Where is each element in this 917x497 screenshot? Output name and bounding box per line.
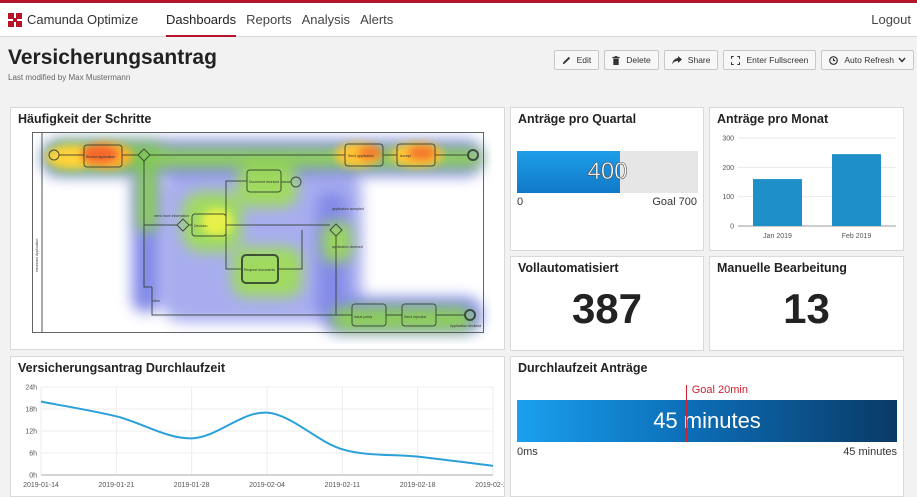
quartal-progress-bar: 400 <box>517 151 698 193</box>
delete-label: Delete <box>626 55 651 65</box>
heat-label-need-more: need more information <box>154 214 189 218</box>
manuell-tile[interactable]: Manuelle Bearbeitung 13 <box>709 256 904 351</box>
manuell-value: 13 <box>783 285 830 332</box>
heat-label-docs: Request documents <box>244 268 275 272</box>
y-tick-label: 100 <box>722 194 734 201</box>
fullscreen-icon <box>731 55 741 65</box>
x-tick-label: 2019-01-21 <box>98 482 134 489</box>
auto-refresh-dropdown[interactable]: Auto Refresh <box>821 50 914 70</box>
bpmn-heatmap: Review application Send application Acce… <box>32 132 484 333</box>
monat-title: Anträge pro Monat <box>717 112 829 126</box>
auto-refresh-label: Auto Refresh <box>844 55 894 65</box>
y-tick-label: 0h <box>29 473 37 480</box>
duration-min: 0ms <box>517 446 538 458</box>
x-tick-label: 2019-02-18 <box>400 482 436 489</box>
trash-icon <box>612 55 620 65</box>
delete-button[interactable]: Delete <box>604 50 659 70</box>
edit-label: Edit <box>576 55 592 65</box>
brand[interactable]: Camunda Optimize <box>8 12 138 27</box>
duration-bar: 45 minutes <box>517 400 897 442</box>
heat-label-ack: Document received <box>249 180 279 184</box>
pencil-icon <box>562 56 570 64</box>
x-tick-label: 2019-01-28 <box>174 482 210 489</box>
x-tick-label: 2019-02-04 <box>249 482 285 489</box>
heat-label-decline: Send rejection <box>404 315 426 319</box>
manuell-title: Manuelle Bearbeitung <box>717 261 847 275</box>
quartal-tile[interactable]: Anträge pro Quartal 400 0 Goal 700 <box>510 107 704 251</box>
y-tick-label: 200 <box>722 165 734 172</box>
durchlauf-tile[interactable]: Durchlaufzeit Anträge 45 minutes Goal 20… <box>510 356 904 497</box>
x-tick-label: 2019-01-14 <box>23 482 59 489</box>
fullscreen-label: Enter Fullscreen <box>746 55 809 65</box>
nav-alerts[interactable]: Alerts <box>360 3 393 37</box>
heat-label-other: other <box>152 299 161 303</box>
y-tick-label: 0 <box>730 224 734 231</box>
auto-value: 387 <box>571 285 643 332</box>
x-tick-label: 2019-02-25 <box>475 482 504 489</box>
durchlauf-chart-tile[interactable]: Versicherungsantrag Durchlaufzeit 0h 6h 12… <box>10 356 505 497</box>
heat-label-send: Send application <box>348 154 374 158</box>
duration-max: 45 minutes <box>843 446 897 458</box>
fullscreen-button[interactable]: Enter Fullscreen <box>723 50 817 70</box>
chevron-down-icon <box>898 57 906 63</box>
camunda-logo-icon <box>8 12 22 27</box>
auto-tile[interactable]: Vollautomatisiert 387 <box>510 256 704 351</box>
x-tick-label: Jan 2019 <box>763 233 792 240</box>
quartal-value: 400 <box>587 158 628 186</box>
auto-title: Vollautomatisiert <box>518 261 619 275</box>
y-tick-label: 24h <box>25 385 37 392</box>
share-icon <box>671 55 682 64</box>
nav-analysis[interactable]: Analysis <box>302 3 350 37</box>
y-tick-label: 18h <box>25 407 37 414</box>
share-button[interactable]: Share <box>663 50 719 70</box>
top-navigation: Camunda Optimize Dashboards Reports Anal… <box>0 3 917 37</box>
heat-label-accept: Accept <box>400 154 411 158</box>
heatmap-title: Häufigkeit der Schritte <box>18 112 152 126</box>
quartal-title: Anträge pro Quartal <box>518 112 637 126</box>
heat-label-done: Application declined <box>450 324 481 328</box>
y-tick-label: 6h <box>29 451 37 458</box>
duration-goal-label: Goal 20min <box>691 384 748 396</box>
heat-label-decision: Decision <box>194 224 207 228</box>
brand-name: Camunda Optimize <box>27 12 139 27</box>
durchlauf-title: Durchlaufzeit Anträge <box>518 361 648 375</box>
y-tick-label: 12h <box>25 429 37 436</box>
heatmap-tile[interactable]: Häufigkeit der Schritte Review applicati… <box>10 107 505 350</box>
heat-label-accepted: application accepted <box>332 207 364 211</box>
heat-label-review: Review application <box>86 155 115 159</box>
last-modified: Last modified by Max Mustermann <box>8 73 131 82</box>
y-tick-label: 300 <box>722 136 734 143</box>
heat-label-declined: application declined <box>332 245 363 249</box>
x-tick-label: Feb 2019 <box>842 233 872 240</box>
quartal-min: 0 <box>517 196 524 208</box>
duration-value: 45 minutes <box>653 408 761 433</box>
duration-goal-line <box>685 385 687 442</box>
nav-dashboards[interactable]: Dashboards <box>166 3 237 37</box>
monthly-bar-chart: 0 100 200 300 Jan 2019 Feb 2019 <box>722 136 896 240</box>
x-tick-label: 2019-02-11 <box>325 482 360 489</box>
nav-reports[interactable]: Reports <box>246 3 292 37</box>
heat-label-pool: Insurance Application <box>35 239 39 272</box>
dashboard-title: Versicherungsantrag <box>8 46 217 69</box>
duration-line-chart: 0h 6h 12h 18h 24h 2019-01-14 2019-01-21 2019-01… <box>23 385 504 490</box>
durchlauf-chart-title: Versicherungsantrag Durchlaufzeit <box>18 361 226 375</box>
edit-button[interactable]: Edit <box>553 50 600 70</box>
logout-link[interactable]: Logout <box>871 12 911 27</box>
bar <box>832 154 881 226</box>
monat-tile[interactable]: Anträge pro Monat 0 100 200 300 Jan 2019 Feb … <box>709 107 904 251</box>
heat-label-policy: Issue policy <box>354 315 373 319</box>
bar <box>753 179 802 226</box>
share-label: Share <box>687 55 711 65</box>
clock-icon <box>829 55 839 65</box>
quartal-goal: Goal 700 <box>652 196 697 208</box>
dashboard-toolbar: Edit Delete Share Enter Fullscreen Auto … <box>549 50 914 70</box>
